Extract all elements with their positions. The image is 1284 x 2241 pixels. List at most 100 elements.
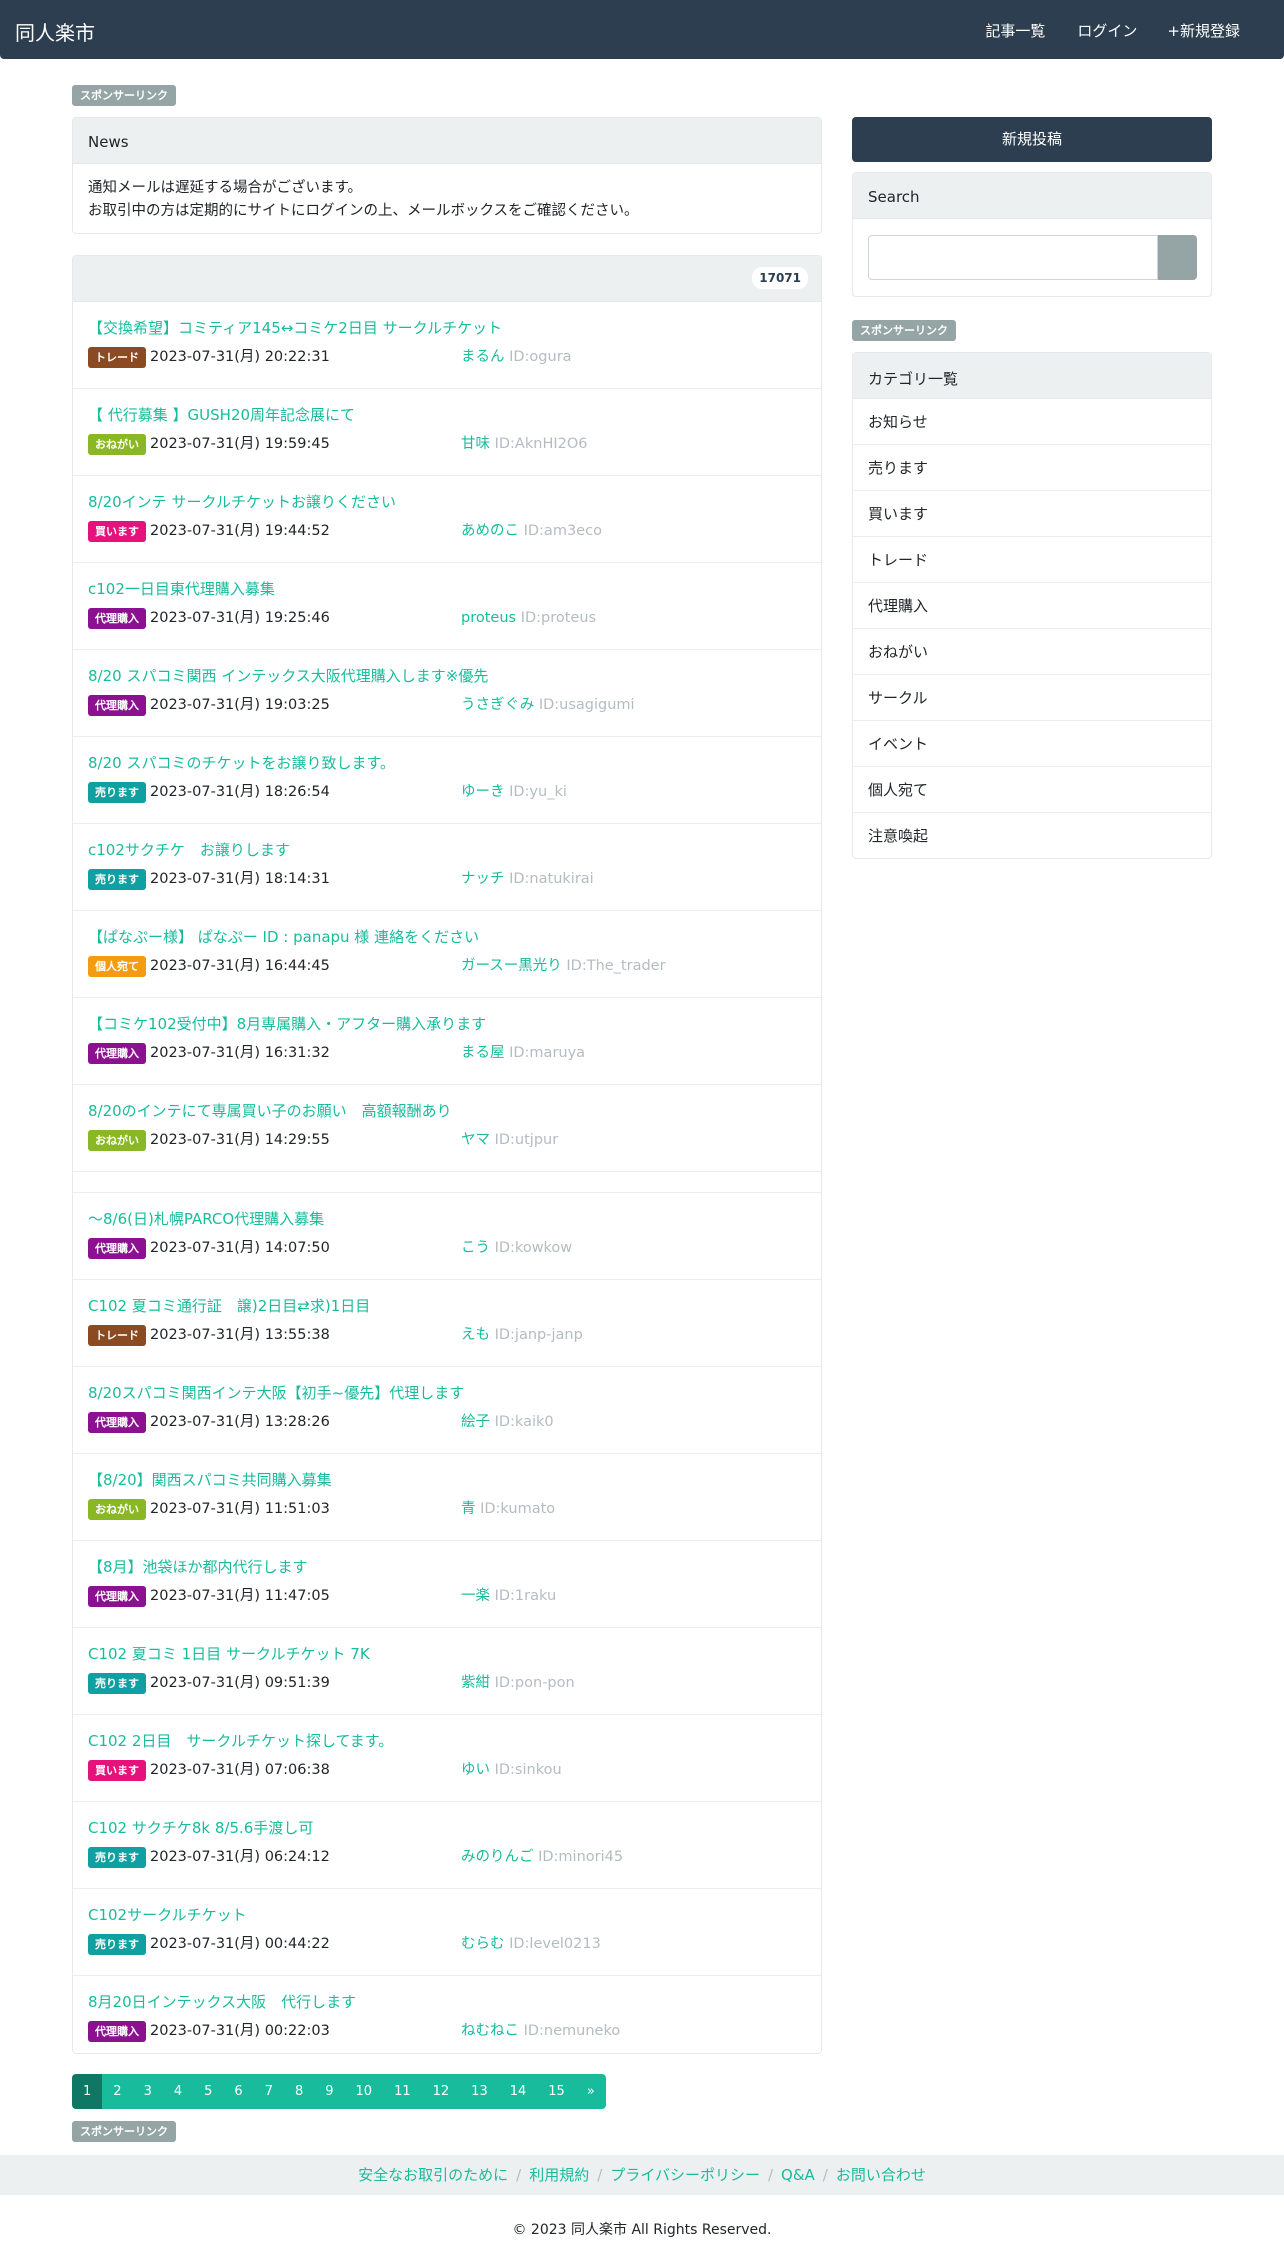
category-item[interactable]: 買います — [853, 491, 1211, 537]
category-item[interactable]: お知らせ — [853, 399, 1211, 445]
site-brand[interactable]: 同人楽市 — [15, 17, 95, 46]
author-link[interactable]: ナッチ — [461, 871, 505, 887]
category-item[interactable]: イベント — [853, 721, 1211, 767]
author-link[interactable]: あめのこ — [461, 523, 519, 539]
category-badge[interactable]: 代理購入 — [88, 1586, 146, 1607]
nav-item-login[interactable]: ログイン — [1075, 20, 1137, 41]
author-link[interactable]: ゆーき — [461, 784, 505, 800]
category-item[interactable]: 代理購入 — [853, 583, 1211, 629]
nav-item-register[interactable]: +新規登録 — [1167, 20, 1240, 41]
author-link[interactable]: ガースー黒光り — [461, 958, 562, 974]
category-badge[interactable]: 代理購入 — [88, 608, 146, 629]
post-title-link[interactable]: C102 夏コミ通行証 譲)2日目⇄求)1日目 — [88, 1295, 370, 1316]
footer-link[interactable]: Q&A — [781, 2166, 815, 2184]
post-title-link[interactable]: C102 夏コミ 1日目 サークルチケット 7K — [88, 1643, 370, 1664]
author-id: ID:am3eco — [523, 523, 602, 539]
pagination-page[interactable]: 2 — [102, 2074, 133, 2109]
category-badge[interactable]: 代理購入 — [88, 1412, 146, 1433]
author-link[interactable]: 甘味 — [461, 436, 490, 452]
pagination-page[interactable]: 6 — [223, 2074, 254, 2109]
category-badge[interactable]: 代理購入 — [88, 1043, 146, 1064]
author-link[interactable]: まるん — [461, 349, 505, 365]
pagination-page[interactable]: 3 — [132, 2074, 163, 2109]
category-badge[interactable]: 売ります — [88, 869, 146, 890]
category-badge[interactable]: 売ります — [88, 782, 146, 803]
pagination-page[interactable]: 7 — [253, 2074, 284, 2109]
author-link[interactable]: proteus — [461, 610, 516, 626]
nav-item-articles[interactable]: 記事一覧 — [983, 20, 1045, 41]
footer-link[interactable]: 利用規約 — [529, 2166, 589, 2184]
author-link[interactable]: ねむねこ — [461, 2023, 519, 2039]
post-title-link[interactable]: 8/20スパコミ関西インテ大阪【初手~優先】代理します — [88, 1382, 464, 1403]
category-badge[interactable]: 買います — [88, 1760, 146, 1781]
new-post-button[interactable]: 新規投稿 — [852, 117, 1212, 162]
author-link[interactable]: ゆい — [461, 1762, 490, 1778]
footer-link[interactable]: お問い合わせ — [836, 2166, 926, 2184]
post-title-link[interactable]: 【8月】池袋ほか都内代行します — [88, 1556, 308, 1577]
post-title-link[interactable]: 【交換希望】コミティア145↔コミケ2日目 サークルチケット — [88, 317, 502, 338]
category-badge[interactable]: 売ります — [88, 1847, 146, 1868]
author-link[interactable]: こう — [461, 1240, 490, 1256]
author-link[interactable]: まる屋 — [461, 1045, 505, 1061]
author-link[interactable]: 絵子 — [461, 1414, 490, 1430]
pagination-page[interactable]: 10 — [344, 2074, 384, 2109]
category-badge[interactable]: 売ります — [88, 1934, 146, 1955]
author-link[interactable]: ヤマ — [461, 1132, 490, 1148]
pagination-page[interactable]: 13 — [460, 2074, 499, 2109]
post-title-link[interactable]: C102サークルチケット — [88, 1904, 247, 1925]
footer-link[interactable]: 安全なお取引のために — [358, 2166, 508, 2184]
pagination-page[interactable]: 5 — [193, 2074, 224, 2109]
pagination-page[interactable]: 4 — [162, 2074, 194, 2109]
category-item[interactable]: 売ります — [853, 445, 1211, 491]
author-link[interactable]: 紫紺 — [461, 1675, 490, 1691]
footer-link[interactable]: プライバシーポリシー — [610, 2166, 760, 2184]
pagination-page[interactable]: 11 — [383, 2074, 422, 2109]
pagination-page[interactable]: 12 — [421, 2074, 461, 2109]
category-item[interactable]: トレード — [853, 537, 1211, 583]
post-title-link[interactable]: 【 代行募集 】GUSH20周年記念展にて — [88, 404, 355, 425]
author-link[interactable]: 一楽 — [461, 1588, 490, 1604]
category-badge[interactable]: 個人宛て — [88, 956, 146, 977]
category-item[interactable]: 個人宛て — [853, 767, 1211, 813]
author-link[interactable]: みのりんご — [461, 1849, 534, 1865]
post-title-link[interactable]: 【ぱなぷー様】 ぱなぷー ID : panapu 様 連絡をください — [88, 926, 479, 947]
category-item[interactable]: サークル — [853, 675, 1211, 721]
category-badge[interactable]: 代理購入 — [88, 2021, 146, 2042]
category-badge[interactable]: トレード — [88, 1325, 146, 1346]
search-input[interactable] — [868, 235, 1158, 280]
category-badge[interactable]: おねがい — [88, 1499, 146, 1520]
author-link[interactable]: えも — [461, 1327, 490, 1343]
category-badge[interactable]: 代理購入 — [88, 1238, 146, 1259]
search-button[interactable] — [1158, 235, 1197, 280]
author-link[interactable]: 青 — [461, 1501, 476, 1517]
post-title-link[interactable]: 8/20インテ サークルチケットお譲りください — [88, 491, 396, 512]
pagination-page[interactable]: 14 — [498, 2074, 538, 2109]
pagination-next[interactable]: » — [575, 2074, 606, 2109]
category-badge[interactable]: 代理購入 — [88, 695, 146, 716]
post-title-link[interactable]: c102一日目東代理購入募集 — [88, 578, 275, 599]
pagination-page[interactable]: 1 — [72, 2074, 103, 2109]
category-item[interactable]: 注意喚起 — [853, 813, 1211, 858]
post-title-link[interactable]: 8/20 スパコミ関西 インテックス大阪代理購入します※優先 — [88, 665, 488, 686]
post-title-link[interactable]: 【8/20】関西スパコミ共同購入募集 — [88, 1469, 332, 1490]
post-title-link[interactable]: C102 サクチケ8k 8/5.6手渡し可 — [88, 1817, 313, 1838]
post-title-link[interactable]: 8/20のインテにて専属買い子のお願い 高額報酬あり — [88, 1100, 452, 1121]
pagination-page[interactable]: 15 — [537, 2074, 576, 2109]
category-badge[interactable]: 売ります — [88, 1673, 146, 1694]
category-badge[interactable]: おねがい — [88, 1130, 146, 1151]
category-badge[interactable]: トレード — [88, 347, 146, 368]
post-title-link[interactable]: 【コミケ102受付中】8月専属購入・アフター購入承ります — [88, 1013, 486, 1034]
pagination-page[interactable]: 8 — [283, 2074, 315, 2109]
post-title-link[interactable]: 8/20 スパコミのチケットをお譲り致します。 — [88, 752, 395, 773]
author-link[interactable]: むらむ — [461, 1936, 505, 1952]
post-title-link[interactable]: 8月20日インテックス大阪 代行します — [88, 1991, 356, 2012]
category-badge[interactable]: おねがい — [88, 434, 146, 455]
post-row: 8/20スパコミ関西インテ大阪【初手~優先】代理します 代理購入 2023-07-3… — [73, 1367, 821, 1454]
category-badge[interactable]: 買います — [88, 521, 146, 542]
category-item[interactable]: おねがい — [853, 629, 1211, 675]
post-title-link[interactable]: C102 2日目 サークルチケット探してます。 — [88, 1730, 393, 1751]
pagination-page[interactable]: 9 — [314, 2074, 345, 2109]
author-link[interactable]: うさぎぐみ — [461, 697, 534, 713]
post-title-link[interactable]: c102サクチケ お譲りします — [88, 839, 290, 860]
post-title-link[interactable]: 〜8/6(日)札幌PARCO代理購入募集 — [88, 1208, 324, 1229]
